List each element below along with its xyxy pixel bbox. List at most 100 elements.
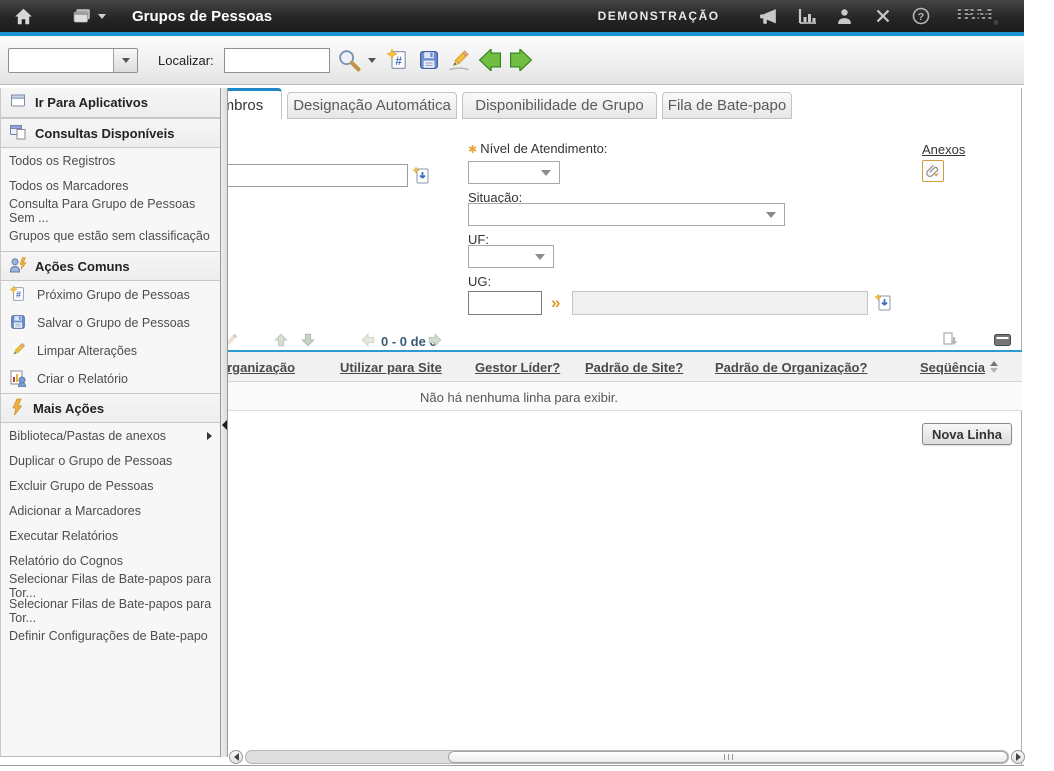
- action-selecionar-filas-1[interactable]: Selecionar Filas de Bate-papos para Tor.…: [1, 572, 220, 600]
- ibm-logo: IBM®: [955, 5, 998, 27]
- next-record-icon[interactable]: [508, 49, 534, 71]
- paperclip-icon[interactable]: [922, 160, 944, 182]
- column-sequencia[interactable]: Seqüência: [920, 360, 985, 375]
- sidebar-splitter[interactable]: [220, 88, 228, 757]
- hscroll-left-arrow[interactable]: [229, 750, 243, 764]
- tab-designacao-automatica[interactable]: Designação Automática: [287, 92, 457, 119]
- hscroll-thumb[interactable]: [448, 751, 1008, 763]
- anexos-link[interactable]: Anexos: [922, 142, 965, 157]
- ug-detail-menu-icon[interactable]: [874, 293, 894, 313]
- action-selecionar-filas-2[interactable]: Selecionar Filas de Bate-papos para Tor.…: [1, 597, 220, 625]
- query-todos-os-marcadores[interactable]: Todos os Marcadores: [1, 173, 220, 198]
- group-detail-menu-icon[interactable]: [412, 166, 432, 186]
- column-utilizar-para-site[interactable]: Utilizar para Site: [340, 360, 442, 375]
- application-window: Membros Designação Automática Disponibil…: [0, 0, 1054, 771]
- clear-changes-icon[interactable]: [447, 48, 471, 72]
- query-todos-os-registros[interactable]: Todos os Registros: [1, 148, 220, 173]
- column-padrao-de-organizacao[interactable]: Padrão de Organização?: [715, 360, 867, 375]
- query-combobox-value: [9, 49, 17, 72]
- move-row-down-icon[interactable]: [300, 332, 316, 348]
- action-criar-relatorio[interactable]: Criar o Relatório: [1, 365, 220, 393]
- localizar-input[interactable]: [224, 48, 330, 73]
- chevron-down-icon: [541, 169, 551, 176]
- combobox-dropdown-button[interactable]: [113, 49, 137, 72]
- svg-text:#: #: [395, 54, 402, 68]
- close-icon[interactable]: [864, 8, 902, 24]
- column-organizacao[interactable]: Organização: [217, 360, 295, 375]
- next-page-icon[interactable]: [427, 332, 443, 348]
- action-adicionar-marcadores[interactable]: Adicionar a Marcadores: [1, 498, 220, 523]
- minimize-table-icon[interactable]: [994, 334, 1011, 346]
- column-gestor-lider[interactable]: Gestor Líder?: [475, 360, 560, 375]
- action-limpar-alteracoes[interactable]: Limpar Alterações: [1, 337, 220, 365]
- sidebar-section-acoes-comuns[interactable]: Ações Comuns: [1, 251, 220, 281]
- save-icon[interactable]: [417, 48, 441, 72]
- common-actions-icon: [9, 256, 27, 277]
- create-report-icon: [9, 369, 29, 390]
- nova-linha-button[interactable]: Nova Linha: [922, 423, 1012, 445]
- sidebar-section-mais-acoes[interactable]: Mais Ações: [1, 393, 220, 423]
- previous-record-icon[interactable]: [477, 49, 503, 71]
- action-salvar-grupo[interactable]: Salvar o Grupo de Pessoas: [1, 309, 220, 337]
- home-icon[interactable]: [0, 8, 46, 25]
- download-table-icon[interactable]: [941, 331, 959, 349]
- app-bottom-border: [0, 765, 1024, 766]
- table-header-row: Organização Utilizar para Site Gestor Lí…: [217, 352, 1022, 382]
- tab-disponibilidade-de-grupo[interactable]: Disponibilidade de Grupo: [462, 92, 657, 119]
- record-toolbar: Localizar: #: [0, 36, 1024, 85]
- query-combobox[interactable]: [8, 48, 138, 73]
- search-options-chevron-icon[interactable]: [368, 58, 376, 63]
- help-icon[interactable]: ?: [902, 7, 940, 25]
- ug-label: UG:: [468, 274, 492, 289]
- table-empty-row: Não há nenhuma linha para exibir.: [228, 382, 1022, 411]
- sort-indicator-icon[interactable]: [990, 361, 998, 373]
- chevron-down-icon: [535, 253, 545, 260]
- submenu-arrow-icon: [207, 431, 212, 440]
- go-to-chevron[interactable]: »: [551, 293, 560, 313]
- previous-page-icon[interactable]: [360, 332, 376, 348]
- svg-text:#: #: [16, 289, 21, 299]
- sidebar-section-consultas-disponiveis[interactable]: Consultas Disponíveis: [1, 118, 220, 148]
- reports-chart-icon[interactable]: [788, 8, 826, 24]
- nivel-de-atendimento-select[interactable]: [468, 161, 560, 184]
- main-content-area: [228, 88, 1022, 765]
- action-proximo-grupo[interactable]: # Próximo Grupo de Pessoas: [1, 281, 220, 309]
- query-sem-classificacao[interactable]: Grupos que estão sem classificação: [1, 223, 220, 248]
- query-grupo-sem[interactable]: Consulta Para Grupo de Pessoas Sem ...: [1, 197, 220, 225]
- action-excluir-grupo[interactable]: Excluir Grupo de Pessoas: [1, 473, 220, 498]
- tab-disponibilidade-de-grupo-label: Disponibilidade de Grupo: [475, 97, 644, 114]
- uf-select[interactable]: [468, 245, 554, 268]
- go-to-applications-menu-icon[interactable]: [64, 8, 114, 25]
- search-icon[interactable]: [336, 47, 362, 73]
- triangle-right-icon: [1015, 753, 1021, 761]
- hscroll-right-arrow[interactable]: [1011, 750, 1025, 764]
- tab-fila-de-bate-papo-label: Fila de Bate-papo: [667, 97, 787, 114]
- announcements-icon[interactable]: [750, 8, 788, 25]
- collapse-sidebar-icon[interactable]: [222, 420, 227, 430]
- sidebar-section-ir-para-aplicativos[interactable]: Ir Para Aplicativos: [1, 88, 220, 118]
- required-marker-icon: ✱: [468, 144, 478, 156]
- ug-field[interactable]: [468, 291, 542, 315]
- chevron-down-icon: [121, 58, 130, 63]
- ug-description-field: [572, 291, 868, 315]
- tab-designacao-automatica-label: Designação Automática: [293, 97, 451, 114]
- action-duplicar-grupo[interactable]: Duplicar o Grupo de Pessoas: [1, 448, 220, 473]
- new-record-icon[interactable]: #: [386, 48, 410, 72]
- hscroll-track[interactable]: [245, 750, 1009, 764]
- action-definir-configuracoes-bate-papo[interactable]: Definir Configurações de Bate-papo: [1, 623, 220, 648]
- clear-changes-icon: [9, 341, 29, 362]
- move-row-up-icon[interactable]: [273, 332, 289, 348]
- action-relatorio-cognos[interactable]: Relatório do Cognos: [1, 548, 220, 573]
- accent-bar: [0, 32, 1024, 36]
- nivel-de-atendimento-label: ✱ Nível de Atendimento:: [468, 141, 608, 156]
- page-title: Grupos de Pessoas: [132, 7, 273, 25]
- environment-badge: DEMONSTRAÇÃO: [597, 9, 720, 23]
- profile-icon[interactable]: [826, 8, 864, 25]
- column-padrao-de-site[interactable]: Padrão de Site?: [585, 360, 683, 375]
- situacao-select[interactable]: [468, 203, 785, 226]
- action-biblioteca-pastas-anexos[interactable]: Biblioteca/Pastas de anexos: [1, 423, 220, 448]
- lightning-icon: [9, 398, 25, 419]
- action-executar-relatorios[interactable]: Executar Relatórios: [1, 523, 220, 548]
- actions-sidebar: Ir Para Aplicativos Consultas Disponívei…: [0, 88, 220, 757]
- tab-fila-de-bate-papo[interactable]: Fila de Bate-papo: [662, 92, 792, 119]
